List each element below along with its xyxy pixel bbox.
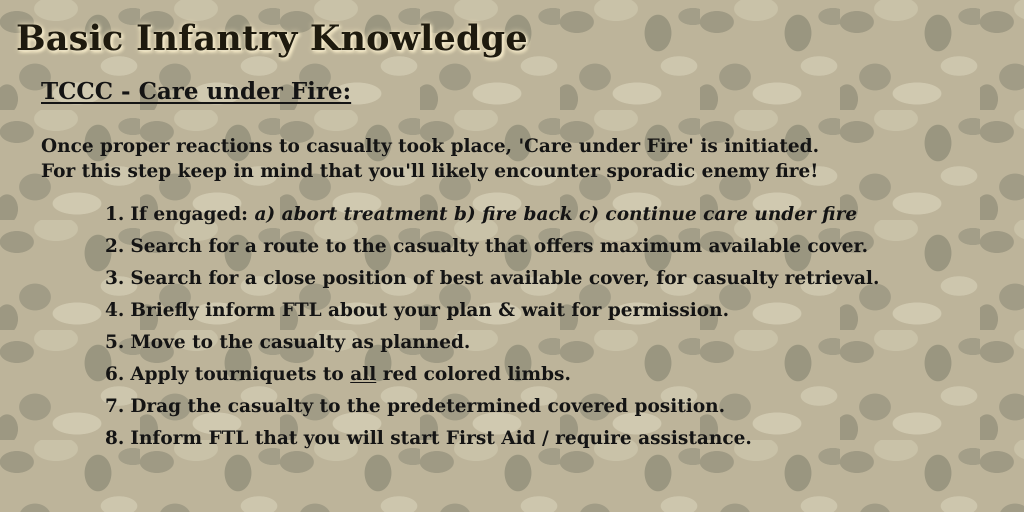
step-number: 4. bbox=[105, 300, 125, 321]
step-text: Briefly inform FTL about your plan & wai… bbox=[130, 300, 730, 321]
step-item: 2. Search for a route to the casualty tha… bbox=[105, 233, 879, 265]
step-text: Search for a route to the casualty that … bbox=[130, 236, 869, 257]
step-text: Search for a close position of best avai… bbox=[130, 268, 880, 289]
step-item: 3. Search for a close position of best av… bbox=[105, 265, 879, 297]
step-number: 3. bbox=[105, 268, 125, 289]
step-item: 8. Inform FTL that you will start First A… bbox=[105, 425, 879, 457]
step-text: Drag the casualty to the predetermined c… bbox=[130, 396, 726, 417]
step-number: 1. bbox=[105, 204, 125, 225]
step-text: Inform FTL that you will start First Aid… bbox=[130, 428, 752, 449]
step-number: 7. bbox=[105, 396, 125, 417]
step-underlined: all bbox=[350, 364, 377, 385]
step-item: 4. Briefly inform FTL about your plan & w… bbox=[105, 297, 879, 329]
step-number: 5. bbox=[105, 332, 125, 353]
step-text: Apply tourniquets to bbox=[130, 364, 351, 385]
step-item: 5. Move to the casualty as planned. bbox=[105, 329, 879, 361]
step-number: 8. bbox=[105, 428, 125, 449]
steps-list: 1. If engaged: a) abort treatment b) fire… bbox=[105, 201, 879, 457]
step-number: 6. bbox=[105, 364, 125, 385]
intro-line-1: Once proper reactions to casualty took p… bbox=[41, 136, 820, 157]
step-item: 1. If engaged: a) abort treatment b) fire… bbox=[105, 201, 879, 233]
intro-paragraph: Once proper reactions to casualty took p… bbox=[41, 134, 819, 184]
page-title: Basic Infantry Knowledge bbox=[16, 18, 528, 59]
step-item: 6. Apply tourniquets to all red colored l… bbox=[105, 361, 879, 393]
step-emphasis: a) abort treatment b) fire back c) conti… bbox=[254, 204, 858, 225]
section-title: TCCC - Care under Fire: bbox=[41, 78, 352, 105]
step-text: Move to the casualty as planned. bbox=[130, 332, 471, 353]
intro-line-2: For this step keep in mind that you'll l… bbox=[41, 161, 819, 182]
step-number: 2. bbox=[105, 236, 125, 257]
step-text: red colored limbs. bbox=[376, 364, 571, 385]
step-text: If engaged: bbox=[130, 204, 255, 225]
step-item: 7. Drag the casualty to the predetermined… bbox=[105, 393, 879, 425]
